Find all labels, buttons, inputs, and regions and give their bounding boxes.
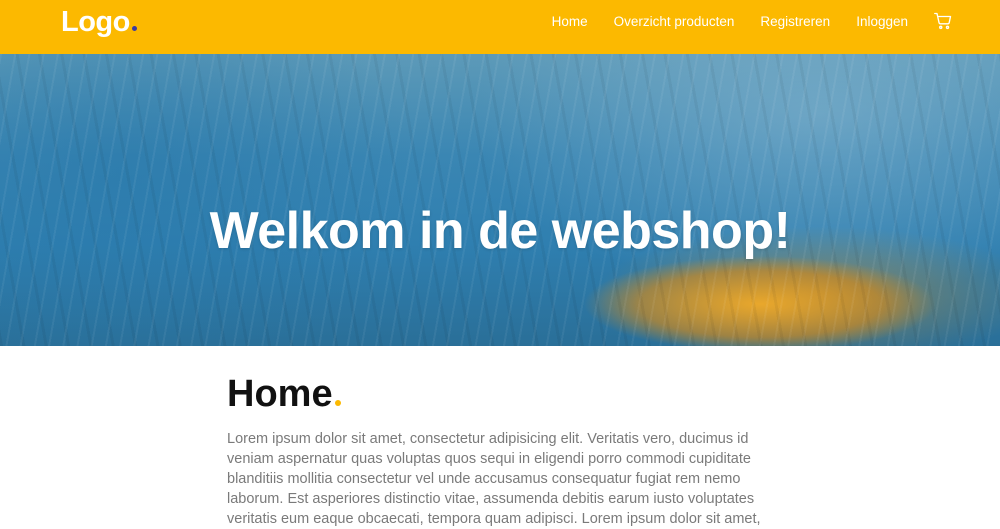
nav-registreren[interactable]: Registreren: [760, 14, 830, 29]
page-title: Home: [227, 346, 787, 415]
hero-banner: Welkom in de webshop!: [0, 54, 1000, 346]
main-nav: Home Overzicht producten Registreren Inl…: [526, 0, 952, 42]
page-paragraph: Lorem ipsum dolor sit amet, consectetur …: [227, 431, 761, 527]
shopping-cart-icon[interactable]: [934, 12, 952, 30]
logo-text: Logo: [61, 6, 130, 38]
logo-link[interactable]: Logo: [61, 6, 137, 39]
main-content: Home Lorem ipsum dolor sit amet, consect…: [227, 346, 787, 529]
hero-title: Welkom in de webshop!: [209, 201, 791, 260]
page-title-text: Home: [227, 373, 333, 415]
nav-home[interactable]: Home: [552, 14, 588, 29]
nav-overzicht-producten[interactable]: Overzicht producten: [614, 14, 735, 29]
logo-dot: [131, 26, 137, 31]
nav-inloggen[interactable]: Inloggen: [856, 14, 908, 29]
top-navbar: Logo Home Overzicht producten Registrere…: [0, 0, 1000, 54]
page-title-dot: [334, 400, 341, 406]
